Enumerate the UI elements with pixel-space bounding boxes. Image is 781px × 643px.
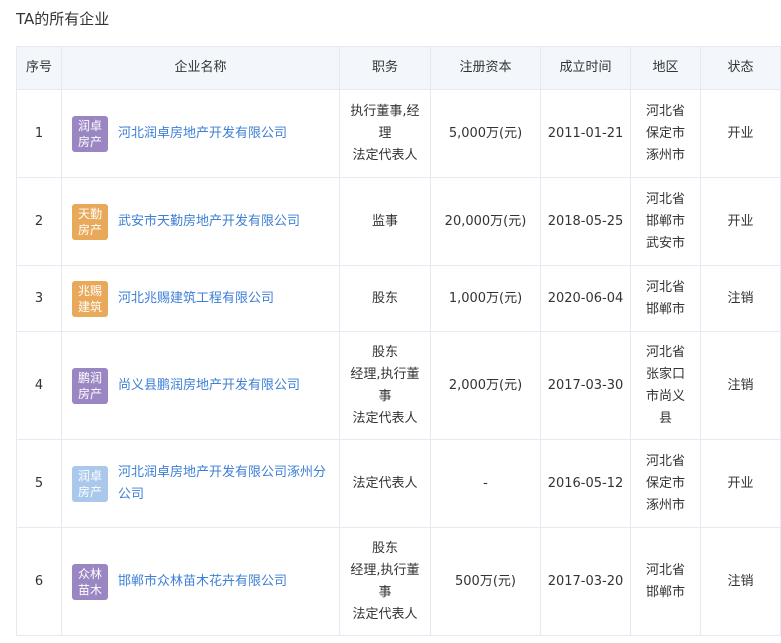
capital-cell: 20,000万(元)	[430, 177, 541, 266]
company-logo[interactable]: 鹏润房产	[72, 367, 108, 404]
header-region: 地区	[630, 46, 701, 90]
date-cell: 2017-03-20	[540, 527, 631, 636]
position-cell: 股东	[339, 265, 431, 332]
date-cell: 2018-05-25	[540, 177, 631, 266]
table-row: 1 润卓房产 河北润卓房地产开发有限公司 执行董事,经 理 法定代表人 5,000万(元…	[16, 89, 781, 178]
company-table: 序号 企业名称 职务 注册资本 成立时间 地区 状态 1 润卓房产 河北润卓房地产开…	[16, 46, 781, 636]
page: TA的所有企业 序号 企业名称 职务 注册资本 成立时间 地区 状态 1 润卓房产…	[0, 0, 781, 643]
company-name-wrap: 润卓房产 河北润卓房地产开发有限公司涿州分公司	[72, 462, 333, 506]
company-name-cell: 润卓房产 河北润卓房地产开发有限公司	[61, 89, 340, 178]
table-header-row: 序号 企业名称 职务 注册资本 成立时间 地区 状态	[16, 46, 781, 90]
region-cell: 河北省 张家口 市尚义 县	[630, 331, 701, 440]
position-cell: 股东 经理,执行董 事 法定代表人	[339, 527, 431, 636]
company-logo[interactable]: 润卓房产	[72, 465, 108, 502]
row-index: 1	[16, 89, 62, 178]
status-badge: 开业	[700, 439, 781, 528]
capital-cell: 2,000万(元)	[430, 331, 541, 440]
company-name-link[interactable]: 武安市天勤房地产开发有限公司	[118, 211, 300, 233]
header-status: 状态	[700, 46, 781, 90]
company-logo[interactable]: 兆赐建筑	[72, 280, 108, 317]
company-name-link[interactable]: 河北润卓房地产开发有限公司	[118, 123, 287, 145]
company-name-wrap: 润卓房产 河北润卓房地产开发有限公司	[72, 115, 333, 152]
position-cell: 股东 经理,执行董 事 法定代表人	[339, 331, 431, 440]
row-index: 6	[16, 527, 62, 636]
date-cell: 2011-01-21	[540, 89, 631, 178]
row-index: 3	[16, 265, 62, 332]
region-cell: 河北省 邯郸市	[630, 527, 701, 636]
company-name-link[interactable]: 邯郸市众林苗木花卉有限公司	[118, 571, 287, 593]
region-cell: 河北省 保定市 涿州市	[630, 89, 701, 178]
company-name-cell: 兆赐建筑 河北兆赐建筑工程有限公司	[61, 265, 340, 332]
position-cell: 执行董事,经 理 法定代表人	[339, 89, 431, 178]
company-name-wrap: 鹏润房产 尚义县鹏润房地产开发有限公司	[72, 367, 333, 404]
header-index: 序号	[16, 46, 62, 90]
row-index: 5	[16, 439, 62, 528]
position-cell: 监事	[339, 177, 431, 266]
header-position: 职务	[339, 46, 431, 90]
company-name-link[interactable]: 尚义县鹏润房地产开发有限公司	[118, 375, 300, 397]
capital-cell: 500万(元)	[430, 527, 541, 636]
status-badge: 开业	[700, 177, 781, 266]
company-name-wrap: 众林苗木 邯郸市众林苗木花卉有限公司	[72, 563, 333, 600]
table-row: 2 天勤房产 武安市天勤房地产开发有限公司 监事 20,000万(元) 2018-05-2…	[16, 177, 781, 266]
header-date: 成立时间	[540, 46, 631, 90]
company-name-cell: 众林苗木 邯郸市众林苗木花卉有限公司	[61, 527, 340, 636]
capital-cell: -	[430, 439, 541, 528]
status-badge: 注销	[700, 265, 781, 332]
table-row: 6 众林苗木 邯郸市众林苗木花卉有限公司 股东 经理,执行董 事 法定代表人 500万(…	[16, 527, 781, 636]
capital-cell: 5,000万(元)	[430, 89, 541, 178]
company-name-link[interactable]: 河北润卓房地产开发有限公司涿州分公司	[118, 462, 333, 506]
company-name-wrap: 兆赐建筑 河北兆赐建筑工程有限公司	[72, 280, 333, 317]
row-index: 2	[16, 177, 62, 266]
section-title: TA的所有企业	[16, 10, 110, 28]
table-row: 3 兆赐建筑 河北兆赐建筑工程有限公司 股东 1,000万(元) 2020-06-04 河北…	[16, 265, 781, 332]
company-logo[interactable]: 润卓房产	[72, 115, 108, 152]
company-name-cell: 鹏润房产 尚义县鹏润房地产开发有限公司	[61, 331, 340, 440]
company-name-cell: 天勤房产 武安市天勤房地产开发有限公司	[61, 177, 340, 266]
status-badge: 开业	[700, 89, 781, 178]
status-badge: 注销	[700, 527, 781, 636]
header-capital: 注册资本	[430, 46, 541, 90]
status-badge: 注销	[700, 331, 781, 440]
date-cell: 2016-05-12	[540, 439, 631, 528]
date-cell: 2017-03-30	[540, 331, 631, 440]
capital-cell: 1,000万(元)	[430, 265, 541, 332]
region-cell: 河北省 邯郸市 武安市	[630, 177, 701, 266]
company-name-link[interactable]: 河北兆赐建筑工程有限公司	[118, 288, 274, 310]
table-row: 5 润卓房产 河北润卓房地产开发有限公司涿州分公司 法定代表人 -2016-05-12 河…	[16, 439, 781, 528]
company-name-wrap: 天勤房产 武安市天勤房地产开发有限公司	[72, 203, 333, 240]
region-cell: 河北省 保定市 涿州市	[630, 439, 701, 528]
table-row: 4 鹏润房产 尚义县鹏润房地产开发有限公司 股东 经理,执行董 事 法定代表人 2,00…	[16, 331, 781, 440]
header-name: 企业名称	[61, 46, 340, 90]
region-cell: 河北省 邯郸市	[630, 265, 701, 332]
company-logo[interactable]: 众林苗木	[72, 563, 108, 600]
position-cell: 法定代表人	[339, 439, 431, 528]
date-cell: 2020-06-04	[540, 265, 631, 332]
company-logo[interactable]: 天勤房产	[72, 203, 108, 240]
company-name-cell: 润卓房产 河北润卓房地产开发有限公司涿州分公司	[61, 439, 340, 528]
row-index: 4	[16, 331, 62, 440]
